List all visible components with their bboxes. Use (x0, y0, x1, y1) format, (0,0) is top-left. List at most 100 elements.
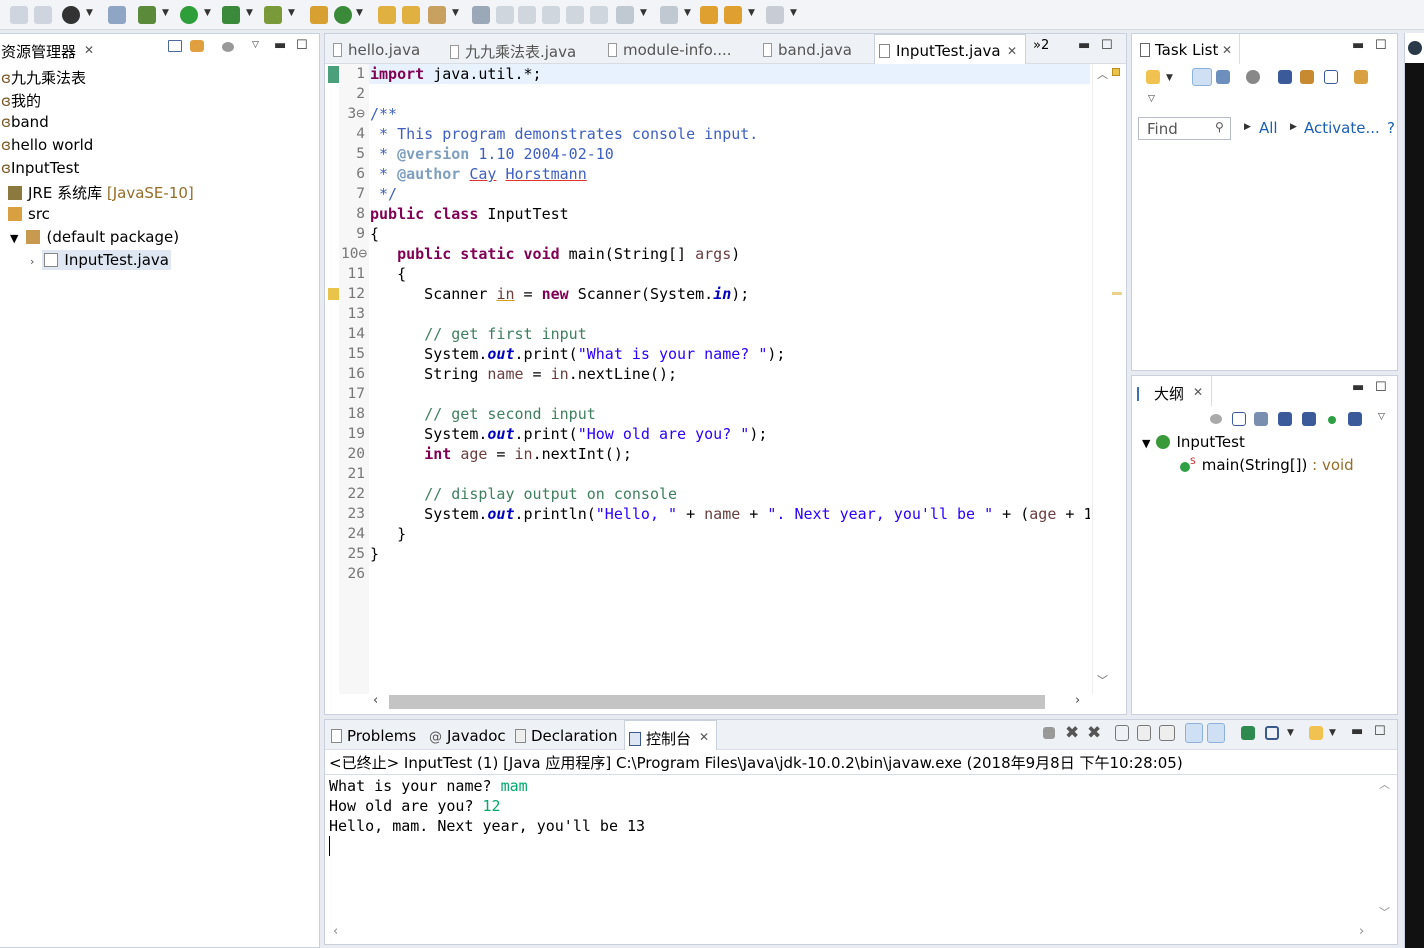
vertical-scrollbar[interactable]: ︿ ﹀ (1092, 64, 1110, 694)
dropdown-arrow-icon[interactable]: ▼ (1166, 73, 1173, 83)
dropdown-arrow-icon[interactable]: ▼ (356, 8, 363, 18)
toggle-mark-occurrences-icon[interactable] (472, 6, 490, 24)
chevron-down-icon[interactable]: ▼ (10, 232, 18, 245)
dropdown-arrow-icon[interactable]: ▼ (790, 8, 797, 18)
open-folder-icon[interactable] (402, 6, 420, 24)
tree-item-project[interactable]: ɞ九九乘法表 (1, 67, 86, 88)
scheduled-icon[interactable] (1216, 70, 1230, 84)
tab-task-list[interactable]: Task List ✕ (1132, 34, 1240, 64)
dropdown-arrow-icon[interactable]: ▼ (162, 8, 169, 18)
pilcrow-icon[interactable] (590, 6, 608, 24)
maximize-icon[interactable]: ☐ (1101, 38, 1113, 53)
close-icon[interactable]: ✕ (1222, 43, 1232, 57)
link-with-editor-icon[interactable] (190, 40, 204, 52)
dropdown-arrow-icon[interactable]: ▼ (452, 8, 459, 18)
all-link[interactable]: All (1259, 119, 1278, 137)
hide-static-icon[interactable] (1302, 412, 1316, 426)
tab-multiplication-table-java[interactable]: 九九乘法表.java (450, 41, 576, 62)
minimize-icon[interactable]: ▬ (1078, 38, 1090, 53)
view-menu-icon[interactable]: ▽ (1378, 412, 1385, 422)
collapse-all-icon[interactable] (1324, 70, 1338, 84)
dropdown-arrow-icon[interactable]: ▼ (1287, 728, 1294, 738)
remove-all-terminated-icon[interactable]: ✖ (1087, 723, 1101, 743)
close-icon[interactable]: ✕ (1193, 385, 1203, 399)
view-menu-icon[interactable]: ▽ (1148, 94, 1155, 104)
coverage-icon[interactable] (222, 6, 240, 24)
tree-item-jre-library[interactable]: JRE 系统库 [JavaSE-10] (8, 182, 194, 203)
dropdown-arrow-icon[interactable]: ▼ (86, 8, 93, 18)
code-editor[interactable]: 1 2 3⊖ 4 5 6 7 8 9 10⊖ 11 12 13 14 15 16 17 18 19 20 21 22 23 2… (325, 64, 1126, 694)
code-text[interactable]: import java.util.*; /** * This program d… (370, 64, 1090, 694)
format-icon[interactable] (566, 6, 584, 24)
minimize-icon[interactable]: ▬ (1352, 38, 1364, 53)
scroll-down-icon[interactable]: ﹀ (1379, 904, 1390, 920)
minimize-icon[interactable]: ▬ (1351, 724, 1363, 739)
tab-inputtest-java[interactable]: InputTest.java ✕ (874, 34, 1026, 64)
display-console-icon[interactable] (1265, 726, 1279, 740)
tab-outline[interactable]: 大纲 ✕ (1132, 376, 1212, 406)
scroll-up-icon[interactable]: ︿ (1097, 66, 1108, 82)
close-icon[interactable]: ✕ (1007, 44, 1017, 58)
console-output[interactable]: What is your name? mam How old are you? … (329, 776, 1369, 926)
save-icon[interactable] (10, 6, 28, 24)
dropdown-arrow-icon[interactable]: ▼ (684, 8, 691, 18)
show-whitespace-icon[interactable] (542, 6, 560, 24)
search-icon[interactable] (428, 6, 446, 24)
next-annotation-icon[interactable] (616, 6, 634, 24)
console-vertical-scrollbar[interactable]: ︿ ﹀ (1375, 776, 1393, 924)
save-all-icon[interactable] (34, 6, 52, 24)
view-menu-icon[interactable]: ▽ (252, 40, 259, 50)
tree-item-project[interactable]: ɞband (1, 113, 49, 131)
tree-item-project[interactable]: ɞ我的 (1, 90, 41, 111)
activate-link[interactable]: Activate... (1304, 119, 1380, 137)
tab-console[interactable]: 控制台 ✕ (624, 720, 717, 750)
terminate-icon[interactable] (1043, 727, 1055, 739)
user-icon[interactable] (62, 6, 80, 24)
new-class-icon[interactable] (334, 6, 352, 24)
new-task-icon[interactable] (1146, 70, 1160, 84)
tree-item-default-package[interactable]: ▼ (default package) (10, 228, 179, 246)
maximize-icon[interactable]: ☐ (1375, 380, 1387, 395)
minimize-icon[interactable]: ▬ (1352, 380, 1364, 395)
show-on-stdout-icon[interactable] (1185, 723, 1203, 743)
categorized-icon[interactable] (1192, 68, 1212, 86)
tab-band-java[interactable]: band.java (763, 41, 852, 59)
back-icon[interactable] (724, 6, 742, 24)
filters-icon[interactable] (1210, 414, 1222, 424)
tree-item-src[interactable]: src (8, 205, 50, 223)
dropdown-arrow-icon[interactable]: ▼ (246, 8, 253, 18)
hide-fields-icon[interactable] (1278, 412, 1292, 426)
hide-local-types-icon[interactable] (1348, 412, 1362, 426)
filters-icon[interactable] (222, 42, 234, 52)
console-horizontal-scrollbar[interactable]: ‹ › (325, 924, 1397, 944)
maximize-icon[interactable]: ☐ (1375, 38, 1387, 53)
word-wrap-icon[interactable] (518, 6, 536, 24)
open-type-icon[interactable] (378, 6, 396, 24)
tab-declaration[interactable]: Declaration (515, 727, 617, 745)
horizontal-scrollbar[interactable]: ‹ › (369, 692, 1091, 712)
remove-launch-icon[interactable]: ✖ (1065, 723, 1079, 743)
minimize-icon[interactable]: ▬ (274, 38, 286, 53)
tab-module-info[interactable]: module-info.... (608, 41, 732, 59)
tab-javadoc[interactable]: @ Javadoc (429, 727, 506, 745)
perspective-icon[interactable] (1408, 41, 1422, 55)
dropdown-arrow-icon[interactable]: ▼ (748, 8, 755, 18)
show-on-stderr-icon[interactable] (1207, 723, 1225, 743)
skip-breakpoints-icon[interactable] (108, 6, 126, 24)
tree-item-inputtest-java[interactable]: › InputTest.java (30, 250, 171, 273)
scroll-right-icon[interactable]: › (1075, 693, 1080, 708)
scroll-up-icon[interactable]: ︿ (1379, 776, 1390, 792)
clear-console-icon[interactable] (1115, 725, 1129, 741)
close-icon[interactable]: ✕ (699, 730, 709, 744)
dropdown-arrow-icon[interactable]: ▼ (1329, 728, 1336, 738)
dropdown-arrow-icon[interactable]: ▼ (288, 8, 295, 18)
scroll-left-icon[interactable]: ‹ (373, 693, 378, 708)
debug-icon[interactable] (138, 6, 156, 24)
focus-icon[interactable] (1246, 70, 1260, 84)
close-icon[interactable]: ✕ (84, 43, 94, 57)
chevron-down-icon[interactable]: ▼ (1142, 437, 1150, 450)
forward-icon[interactable] (766, 6, 784, 24)
outline-item-method[interactable]: Smain(String[]) : void (1180, 456, 1354, 474)
open-console-icon[interactable] (1309, 726, 1323, 740)
collapse-all-icon[interactable] (1232, 412, 1246, 426)
